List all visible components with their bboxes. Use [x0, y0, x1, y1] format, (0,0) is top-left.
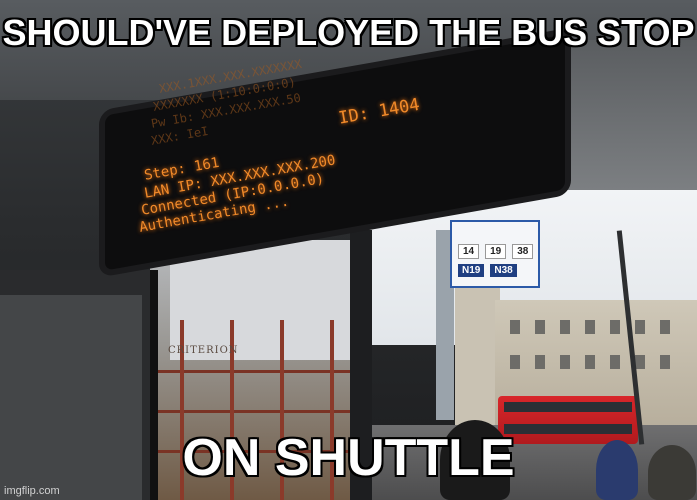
meme-bottom-caption: ON SHUTTLE: [182, 429, 515, 487]
scaffold-sign-text: CRITERION: [168, 345, 239, 356]
night-route-number: N19: [458, 264, 485, 277]
bus-stop-route-sign: 14 19 38 N19 N38: [450, 220, 540, 288]
route-number: 14: [458, 244, 480, 259]
building-middle: [455, 285, 500, 425]
route-number: 38: [512, 244, 534, 259]
imgflip-watermark: imgflip.com: [4, 485, 60, 497]
photo-scene: CRITERION 14 19 38 N19 N38 XXX.1XXX.XXX.…: [0, 0, 697, 500]
meme-top-caption: SHOULD'VE DEPLOYED THE BUS STOP: [2, 12, 695, 53]
route-number: 19: [485, 244, 507, 259]
night-route-number: N38: [490, 264, 517, 277]
